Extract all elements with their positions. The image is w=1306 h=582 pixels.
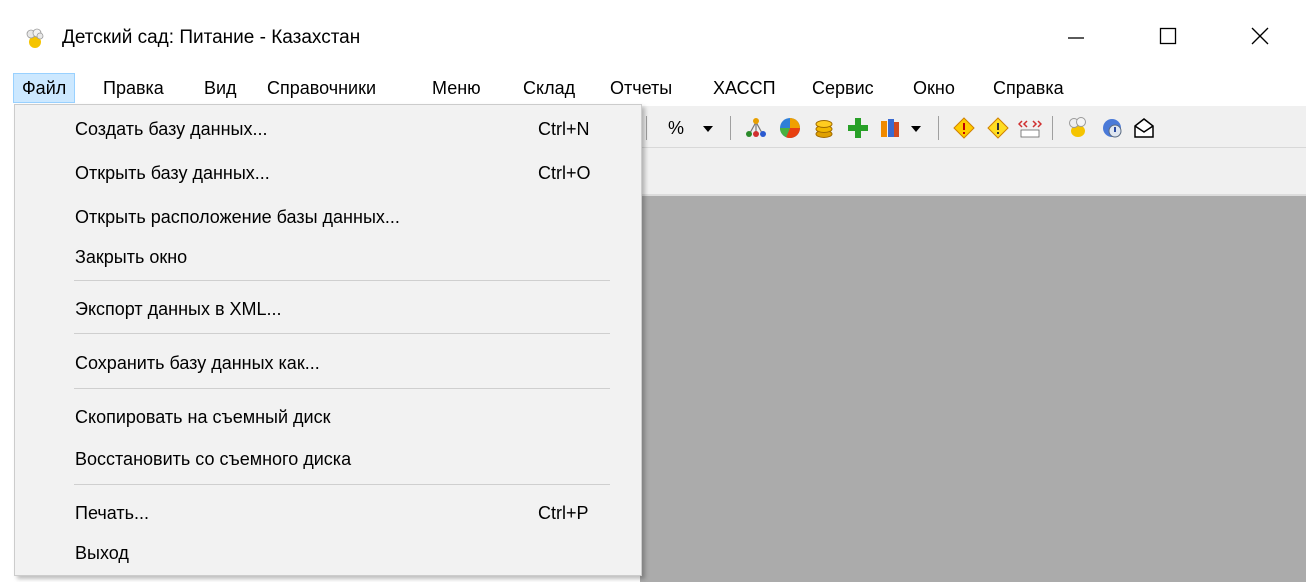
minimize-button[interactable] [1030, 0, 1122, 76]
maximize-button[interactable] [1122, 0, 1214, 76]
menu-references[interactable]: Справочники [259, 74, 384, 102]
books-icon[interactable] [878, 116, 902, 140]
menu-item-restore-from-removable-disk[interactable]: Восстановить со съемного диска [16, 439, 640, 479]
menu-window[interactable]: Окно [905, 74, 963, 102]
menu-item-open-database-location[interactable]: Открыть расположение базы данных... [16, 197, 640, 237]
toolbar-separator [730, 116, 731, 140]
help-globe-icon[interactable] [1100, 116, 1124, 140]
menu-warehouse[interactable]: Склад [515, 74, 583, 102]
menu-item-open-database[interactable]: Открыть базу данных... Ctrl+O [16, 153, 640, 193]
maximize-icon [1158, 26, 1178, 51]
envelope-icon[interactable] [1132, 116, 1156, 140]
menu-service[interactable]: Сервис [804, 74, 882, 102]
menu-view[interactable]: Вид [196, 74, 245, 102]
toolbar-separator [1052, 116, 1053, 140]
menu-item-label: Восстановить со съемного диска [75, 449, 352, 469]
hierarchy-icon[interactable] [744, 116, 768, 140]
menu-separator [74, 280, 610, 281]
menu-separator [74, 333, 610, 334]
pie-chart-icon[interactable] [778, 116, 802, 140]
toolbar-separator [646, 116, 647, 140]
menu-help[interactable]: Справка [985, 74, 1072, 102]
chef-icon[interactable] [1066, 116, 1090, 140]
menu-item-label: Открыть расположение базы данных... [75, 207, 400, 227]
menu-item-label: Скопировать на съемный диск [75, 407, 331, 427]
menu-item-label: Печать... [75, 503, 149, 523]
menu-haccp[interactable]: ХАССП [705, 74, 784, 102]
toolbar-separator [938, 116, 939, 140]
menu-item-shortcut: Ctrl+P [538, 503, 589, 523]
menu-edit[interactable]: Правка [95, 74, 172, 102]
menu-item-save-database-as[interactable]: Сохранить базу данных как... [16, 343, 640, 383]
menu-item-create-database[interactable]: Создать базу данных... Ctrl+N [16, 109, 640, 149]
secondary-toolbar [640, 148, 1306, 194]
menu-item-close-window[interactable]: Закрыть окно [16, 237, 640, 277]
menu-item-label: Создать базу данных... [75, 119, 268, 139]
menu-item-exit[interactable]: Выход [16, 533, 640, 573]
abc-icon[interactable] [1017, 116, 1043, 140]
menu-separator [74, 484, 610, 485]
green-plus-icon[interactable] [846, 116, 870, 140]
menu-bar: Файл Правка Вид Справочники Меню Склад О… [0, 72, 1306, 104]
warning-diamond-2-icon[interactable] [986, 116, 1010, 140]
menu-item-export-xml[interactable]: Экспорт данных в XML... [16, 289, 640, 329]
menu-item-label: Открыть базу данных... [75, 163, 270, 183]
workspace-area [640, 196, 1306, 582]
menu-item-label: Закрыть окно [75, 247, 188, 267]
chef-hat-icon [24, 28, 44, 48]
menu-item-shortcut: Ctrl+O [538, 163, 591, 183]
menu-file[interactable]: Файл [13, 73, 76, 103]
file-menu-dropdown: Создать базу данных... Ctrl+N Открыть ба… [14, 104, 642, 576]
menu-menu[interactable]: Меню [424, 74, 489, 102]
coins-icon[interactable] [812, 116, 836, 140]
menu-reports[interactable]: Отчеты [602, 74, 680, 102]
toolbar: % [640, 106, 1306, 148]
menu-item-copy-to-removable-disk[interactable]: Скопировать на съемный диск [16, 397, 640, 437]
minimize-icon [1066, 26, 1086, 51]
menu-item-shortcut: Ctrl+N [538, 119, 590, 139]
close-icon [1250, 26, 1270, 51]
percent-dropdown-icon[interactable] [696, 116, 720, 140]
warning-diamond-icon[interactable] [952, 116, 976, 140]
menu-item-label: Сохранить базу данных как... [75, 353, 320, 373]
percent-label[interactable]: % [668, 116, 684, 140]
menu-item-label: Выход [75, 543, 129, 563]
close-button[interactable] [1214, 0, 1306, 76]
menu-item-label: Экспорт данных в XML... [75, 299, 282, 319]
menu-item-print[interactable]: Печать... Ctrl+P [16, 493, 640, 533]
menu-separator [74, 388, 610, 389]
title-bar: Детский сад: Питание - Казахстан [0, 0, 1306, 76]
window-title: Детский сад: Питание - Казахстан [62, 27, 361, 48]
books-dropdown-icon[interactable] [904, 116, 928, 140]
